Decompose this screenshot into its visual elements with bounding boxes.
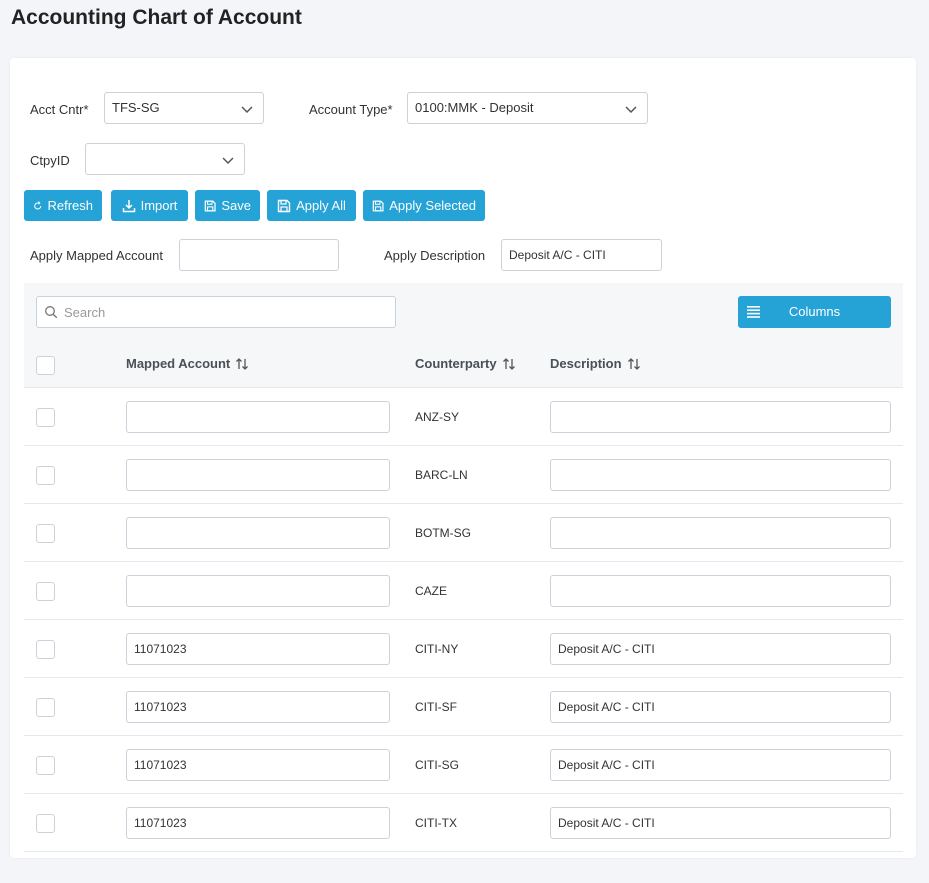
- table-row: BARC-LN: [24, 446, 903, 504]
- import-button[interactable]: Import: [111, 190, 188, 221]
- description-input[interactable]: Deposit A/C - CITI: [550, 749, 891, 781]
- import-label: Import: [140, 198, 178, 213]
- list-icon: [747, 306, 760, 318]
- row-checkbox[interactable]: [36, 640, 55, 659]
- main-card: Acct Cntr* TFS-SG Account Type* 0100:MMK…: [10, 58, 916, 858]
- header-description[interactable]: Description: [550, 356, 641, 371]
- sort-icon: [627, 357, 640, 370]
- chevron-down-icon: [241, 106, 253, 114]
- table-row: 11071023 CITI-NY Deposit A/C - CITI: [24, 620, 903, 678]
- acct-cntr-select[interactable]: TFS-SG: [104, 92, 264, 124]
- search-box[interactable]: [36, 296, 396, 328]
- refresh-button[interactable]: Refresh: [24, 190, 102, 221]
- ctpy-select[interactable]: [85, 143, 245, 175]
- description-input[interactable]: Deposit A/C - CITI: [550, 691, 891, 723]
- select-all-checkbox[interactable]: [36, 356, 55, 375]
- chevron-down-icon: [625, 106, 637, 114]
- mapped-account-input[interactable]: 11071023: [126, 691, 390, 723]
- counterparty-cell: ANZ-SY: [415, 410, 460, 424]
- save-button[interactable]: Save: [195, 190, 260, 221]
- account-type-select[interactable]: 0100:MMK - Deposit: [407, 92, 648, 124]
- account-type-value: 0100:MMK - Deposit: [415, 100, 534, 115]
- download-icon: [122, 199, 135, 212]
- row-checkbox[interactable]: [36, 814, 55, 833]
- counterparty-cell: CITI-SG: [415, 758, 459, 772]
- mapped-account-input[interactable]: [126, 575, 390, 607]
- row-checkbox[interactable]: [36, 756, 55, 775]
- sort-icon: [502, 357, 515, 370]
- page-title: Accounting Chart of Account: [11, 6, 302, 29]
- grid-toolbar: Columns: [24, 283, 903, 340]
- description-input[interactable]: [550, 575, 891, 607]
- row-checkbox[interactable]: [36, 466, 55, 485]
- apply-selected-label: Apply Selected: [389, 198, 476, 213]
- chevron-down-icon: [222, 157, 234, 165]
- acct-cntr-value: TFS-SG: [112, 100, 160, 115]
- mapped-account-input[interactable]: [126, 517, 390, 549]
- apply-mapped-account-label: Apply Mapped Account: [30, 248, 163, 263]
- description-input[interactable]: Deposit A/C - CITI: [550, 807, 891, 839]
- counterparty-cell: CAZE: [415, 584, 448, 598]
- description-input[interactable]: Deposit A/C - CITI: [550, 633, 891, 665]
- table-row: ANZ-SY: [24, 388, 903, 446]
- counterparty-cell: CITI-TX: [415, 816, 457, 830]
- header-counterparty-label: Counterparty: [415, 356, 497, 371]
- sort-icon: [236, 357, 249, 370]
- columns-label: Columns: [788, 304, 841, 319]
- row-checkbox[interactable]: [36, 582, 55, 601]
- row-checkbox[interactable]: [36, 698, 55, 717]
- header-mapped-account-label: Mapped Account: [126, 356, 231, 371]
- grid-header: Mapped Account Counterparty Description: [24, 340, 903, 388]
- acct-cntr-label: Acct Cntr*: [30, 102, 89, 117]
- search-input[interactable]: [62, 297, 392, 327]
- apply-description-input[interactable]: Deposit A/C - CITI: [501, 239, 662, 271]
- table-row: 11071023 CITI-TX Deposit A/C - CITI: [24, 794, 903, 852]
- ctpy-label: CtpyID: [30, 153, 70, 168]
- counterparty-cell: CITI-SF: [415, 700, 457, 714]
- save-icon: [277, 199, 291, 212]
- description-input[interactable]: [550, 517, 891, 549]
- apply-description-label: Apply Description: [384, 248, 486, 263]
- mapped-account-input[interactable]: 11071023: [126, 807, 390, 839]
- table-row: 11071023 CITI-SG Deposit A/C - CITI: [24, 736, 903, 794]
- counterparty-cell: CITI-NY: [415, 642, 459, 656]
- row-checkbox[interactable]: [36, 524, 55, 543]
- counterparty-cell: BOTM-SG: [415, 526, 471, 540]
- table-row: BOTM-SG: [24, 504, 903, 562]
- save-icon: [204, 200, 216, 211]
- row-checkbox[interactable]: [36, 408, 55, 427]
- header-mapped-account[interactable]: Mapped Account: [126, 356, 249, 371]
- save-icon: [372, 200, 384, 211]
- table-row: CAZE: [24, 562, 903, 620]
- table-row: 11071023 CITI-SF Deposit A/C - CITI: [24, 678, 903, 736]
- apply-all-label: Apply All: [296, 198, 346, 213]
- columns-button[interactable]: Columns: [738, 296, 891, 328]
- account-type-label: Account Type*: [309, 102, 393, 117]
- save-label: Save: [221, 198, 251, 213]
- refresh-label: Refresh: [47, 198, 93, 213]
- search-icon: [45, 306, 58, 319]
- apply-mapped-account-input[interactable]: [179, 239, 339, 271]
- description-input[interactable]: [550, 459, 891, 491]
- apply-all-button[interactable]: Apply All: [267, 190, 356, 221]
- mapped-account-input[interactable]: 11071023: [126, 749, 390, 781]
- mapped-account-input[interactable]: [126, 401, 390, 433]
- data-grid: Columns Mapped Account Counterparty Desc…: [24, 283, 903, 883]
- counterparty-cell: BARC-LN: [415, 468, 468, 482]
- description-input[interactable]: [550, 401, 891, 433]
- header-counterparty[interactable]: Counterparty: [415, 356, 516, 371]
- mapped-account-input[interactable]: [126, 459, 390, 491]
- apply-selected-button[interactable]: Apply Selected: [363, 190, 485, 221]
- header-description-label: Description: [550, 356, 622, 371]
- refresh-icon: [34, 200, 42, 210]
- mapped-account-input[interactable]: 11071023: [126, 633, 390, 665]
